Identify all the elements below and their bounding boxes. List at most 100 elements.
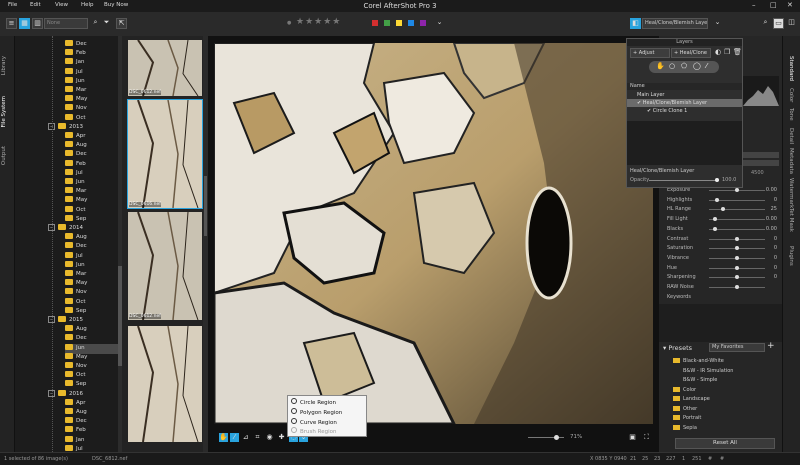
right-tab[interactable]: Detail [788,128,794,144]
viewer-toolbar: ✋ ⁄ ⊿ ⌗ ◉ ✚ ◌ ⌄ 71% ▣ ⛶ [208,431,659,445]
zoom-slider[interactable] [528,435,564,440]
mask-icon[interactable]: ◐ [715,48,721,56]
readout-r: 21 [630,456,637,462]
layers-icon[interactable]: ◧ [630,18,641,29]
opacity-slider[interactable] [649,178,719,182]
preset-item[interactable]: Color [673,386,696,396]
preset-item[interactable]: Sepia [673,424,697,434]
thumbnail[interactable] [128,325,202,443]
adjust-slider[interactable]: HL Range 25 [667,205,779,214]
adjust-slider[interactable]: Hue 0 [667,264,779,273]
chevron-down-icon[interactable]: ⌄ [712,18,723,29]
layer-item[interactable]: Main Layer [627,91,742,99]
eyedropper-icon[interactable]: ⁄ [230,433,239,442]
preset-strip[interactable] [743,152,779,158]
adjust-slider[interactable]: Highlights 0 [667,196,779,205]
right-tab[interactable]: Plugins [788,246,794,266]
maximize-button[interactable]: □ [770,1,777,9]
window-title: Corel AfterShot Pro 3 [363,2,437,10]
layer-item[interactable]: ✔ Heal/Clone/Blemish Layer [627,99,742,107]
layer-select[interactable]: Heal/Clone/Blemish Layer [642,18,708,29]
tab-file-system[interactable]: File System [1,96,7,127]
layer-item[interactable]: ✔ Circle Clone 1 [627,107,742,115]
close-button[interactable]: ✕ [787,1,793,9]
straighten-icon[interactable]: ⊿ [241,433,250,442]
keywords-box[interactable] [659,304,782,342]
curve-region-icon[interactable]: ◯ [693,62,701,70]
color-label-yellow[interactable] [396,20,402,26]
thumbnail[interactable]: DSC_0616.nef [127,99,203,209]
adjust-slider[interactable]: Contrast 0 [667,235,779,244]
hand-tool-icon[interactable]: ✋ [219,433,228,442]
right-tab[interactable]: Watermark [788,178,794,208]
filter-select[interactable]: None [44,18,88,29]
thumbnail[interactable]: DSC_0612.nef [128,39,202,97]
right-tab[interactable]: Tone [788,108,794,121]
single-view-icon[interactable]: ▭ [773,18,784,29]
export-icon[interactable]: ⇱ [116,18,127,29]
folder-icon [65,49,73,56]
chevron-down-icon[interactable]: ⌄ [434,18,445,29]
adjust-slider[interactable]: Blacks 0.00 [667,225,779,234]
polygon-region-icon[interactable]: ⬠ [681,62,687,70]
title-bar: File Edit View Help Buy Now Corel AfterS… [0,0,800,12]
split-view-icon[interactable]: ▥ [32,18,43,29]
list-view-icon[interactable]: ≡ [6,18,17,29]
adjust-slider[interactable]: Saturation 0 [667,244,779,253]
add-adjust-layer-button[interactable]: + Adjust [630,48,670,58]
circle-region-icon[interactable]: ○ [669,62,675,70]
menu-curve-region[interactable]: Curve Region [291,418,337,427]
add-heal-layer-button[interactable]: + Heal/Clone [671,48,711,58]
redeye-icon[interactable]: ◉ [265,433,274,442]
folder-icon [673,424,680,430]
delete-layer-icon[interactable]: 🗑 [733,48,742,56]
folder-icon [65,58,73,65]
right-tab[interactable]: Metadata [788,148,794,174]
presets-filter[interactable]: My Favorites [709,343,765,352]
search-icon[interactable]: ⌕ [90,18,101,29]
fullscreen-icon[interactable]: ⛶ [642,433,651,442]
wb-strip[interactable] [743,160,779,166]
right-tab[interactable]: Standard [788,56,794,81]
grid-view-icon[interactable]: ▦ [19,18,30,29]
tab-output[interactable]: Output [1,146,7,165]
adjust-slider[interactable]: RAW Noise [667,283,779,292]
brush-region-icon[interactable]: ⁄ [706,62,707,70]
right-tab[interactable]: Color [788,88,794,102]
reject-icon[interactable]: ● [287,20,291,26]
folder-icon [65,371,73,378]
hand-icon[interactable]: ✋ [656,62,665,70]
heal-icon[interactable]: ✚ [277,433,286,442]
adjust-slider[interactable]: Fill Light 0.00 [667,215,779,224]
compare-view-icon[interactable]: ◫ [786,18,797,29]
preset-item[interactable]: Other [673,405,697,415]
rating-stars[interactable]: ★★★★★ [296,17,341,27]
thumbnail[interactable]: DSC_0612.nef [128,211,202,321]
minimize-button[interactable]: – [752,1,756,9]
adjust-slider[interactable]: Vibrance 0 [667,254,779,263]
preset-item[interactable]: Black-and-White [673,358,724,367]
fit-view-icon[interactable]: ▣ [628,433,637,442]
zoom-icon[interactable]: ⌕ [760,18,771,29]
cursor-coords: X 0835 Y 0940 [590,456,627,462]
preset-item[interactable]: B&W - Simple [683,377,717,386]
filter-icon[interactable]: ⏷ [101,18,112,29]
menu-polygon-region[interactable]: Polygon Region [291,408,342,417]
color-label-green[interactable] [384,20,390,26]
right-tab[interactable]: Tet Mask [788,208,794,232]
color-label-red[interactable] [372,20,378,26]
color-label-purple[interactable] [420,20,426,26]
preset-item[interactable]: B&W - IR Simulation [683,368,733,377]
preset-item[interactable]: Portrait [673,415,701,424]
adjust-slider[interactable]: Sharpening 0 [667,273,779,282]
color-label-blue[interactable] [408,20,414,26]
crop-icon[interactable]: ⌗ [253,433,262,442]
reset-all-button[interactable]: Reset All [675,438,775,449]
photo-canvas[interactable] [214,43,653,424]
preset-item[interactable]: Landscape [673,396,710,405]
folder-icon [65,67,73,74]
tab-library[interactable]: Library [1,56,7,75]
menu-circle-region[interactable]: Circle Region [291,398,336,407]
add-preset-button[interactable]: + [767,341,775,351]
duplicate-layer-icon[interactable]: ❐ [724,48,730,56]
